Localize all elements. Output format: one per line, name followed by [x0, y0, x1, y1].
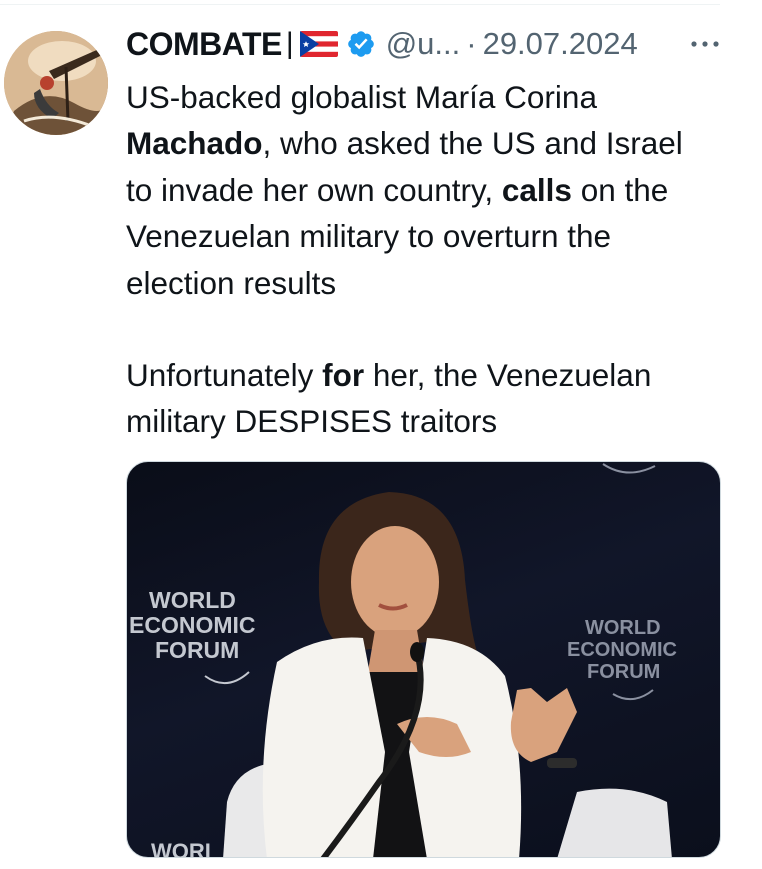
photo-scene: WORLD ECONOMIC FORUM WORLD ECONOMIC FORU…: [129, 463, 677, 858]
tweet-text-line: Machado, who asked the US and Israel: [126, 125, 683, 162]
avatar-painting: [4, 31, 108, 135]
woman-face: [351, 526, 439, 638]
wef-logo-left: WORLD ECONOMIC FORUM: [129, 587, 256, 684]
wristwatch: [547, 758, 577, 768]
hand-right: [510, 688, 577, 762]
tweet-text-line: US-backed globalist María Corina: [126, 79, 597, 115]
author-handle[interactable]: @u...: [386, 26, 461, 62]
verified-badge-icon[interactable]: [346, 29, 376, 59]
header-dot: ·: [466, 26, 477, 61]
name-separator: |: [285, 27, 294, 60]
svg-text:FORUM: FORUM: [587, 661, 660, 683]
microphone-icon: [410, 642, 424, 662]
tweet-text-line: Venezuelan military to overturn the: [126, 218, 612, 255]
tweet-text-line: election results: [126, 264, 337, 301]
svg-text:ECONOMIC: ECONOMIC: [129, 612, 256, 638]
svg-text:FORUM: FORUM: [155, 637, 239, 663]
blazer-left: [262, 637, 385, 857]
tweet-text-line: military DESPISES traitors: [126, 403, 498, 440]
svg-text:WORLD: WORLD: [149, 587, 236, 613]
tweet-photo[interactable]: WORLD ECONOMIC FORUM WORLD ECONOMIC FORU…: [126, 461, 721, 858]
wef-logo-top-arc: [602, 463, 656, 474]
tweet-text-line: Unfortunately for her, the Venezuelan: [126, 357, 652, 394]
divider: [0, 4, 720, 5]
tweet-text: US-backed globalist María Corina Machado…: [126, 74, 746, 445]
author-avatar[interactable]: [4, 31, 108, 135]
chair-right: [557, 788, 672, 857]
more-options-icon[interactable]: [688, 30, 722, 58]
wef-logo-bottom-partial: WORI: [151, 839, 211, 858]
tweet-text-line: to invade her own country, calls on the: [126, 171, 669, 208]
author-name[interactable]: COMBATE: [126, 26, 282, 63]
tweet-header: COMBATE | @u... · 29.07.2024: [126, 24, 638, 64]
svg-text:WORLD: WORLD: [585, 617, 661, 639]
wef-logo-right: WORLD ECONOMIC FORUM: [567, 617, 677, 701]
puerto-rico-flag-icon: [299, 31, 338, 57]
tweet-date[interactable]: 29.07.2024: [483, 26, 638, 62]
svg-text:ECONOMIC: ECONOMIC: [567, 639, 677, 661]
